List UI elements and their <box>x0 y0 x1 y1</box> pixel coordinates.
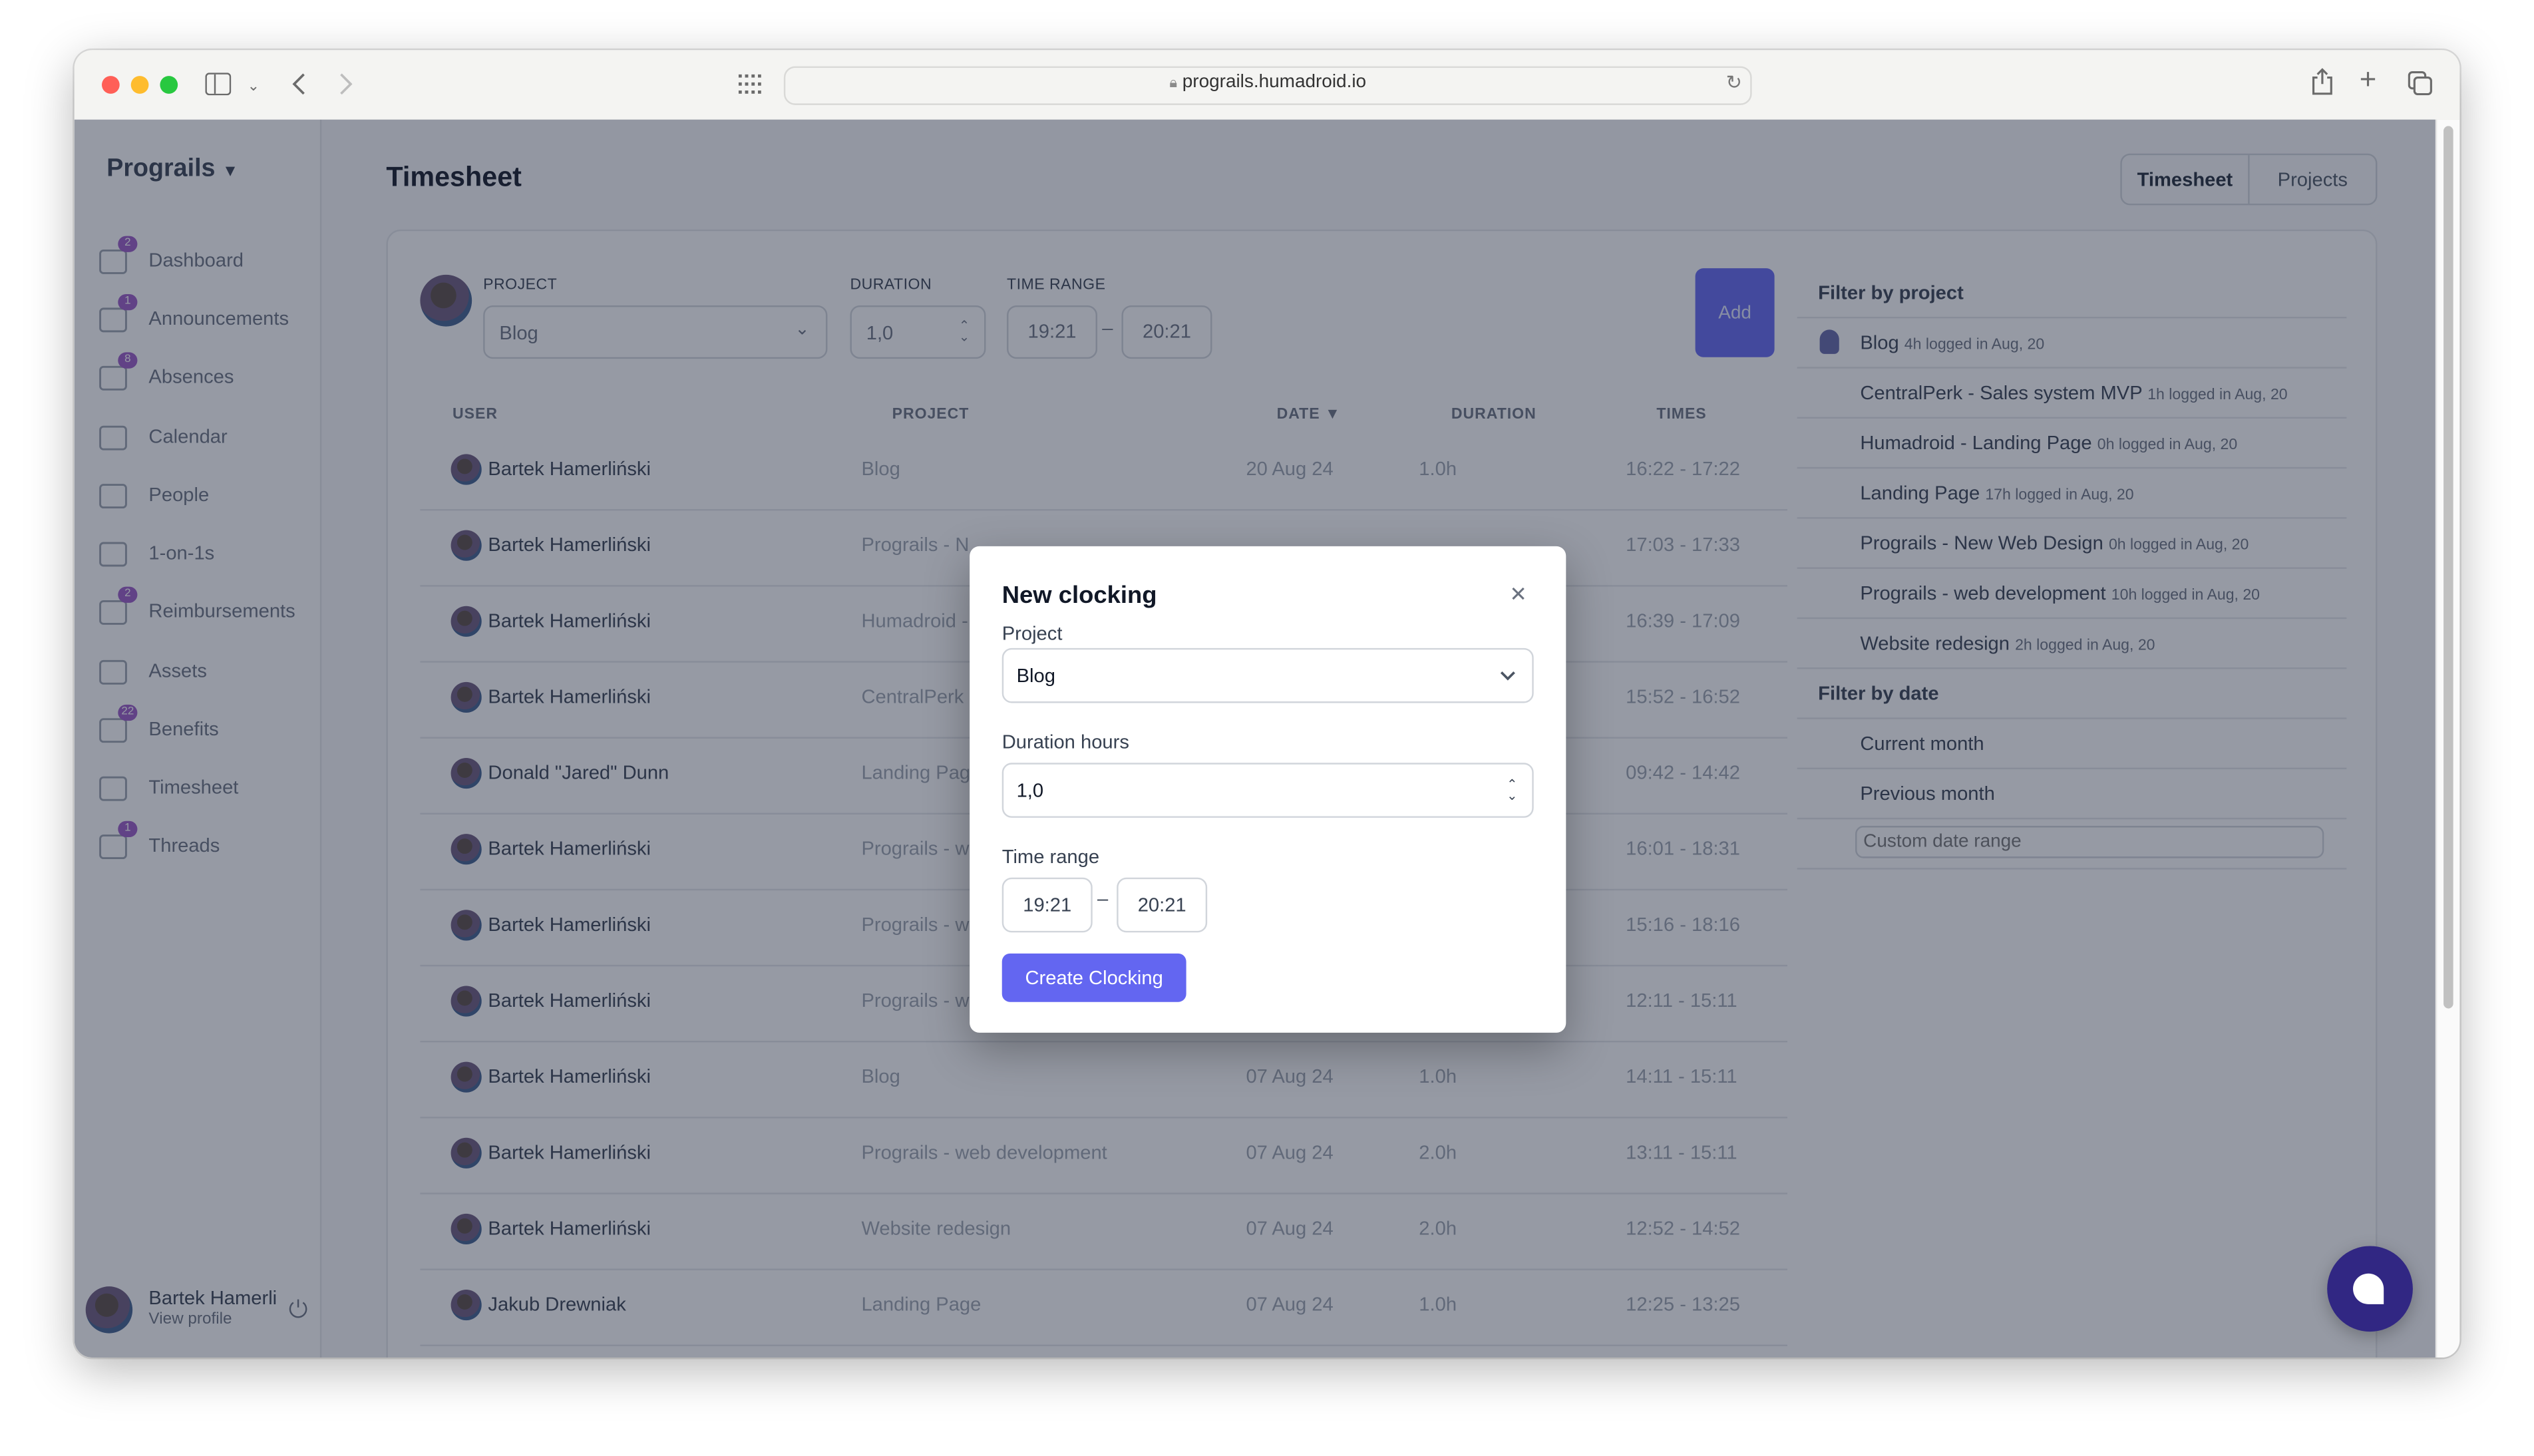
modal-duration-value: 1,0 <box>1016 779 1044 802</box>
maximize-window-button[interactable] <box>160 76 178 94</box>
browser-window: ⌄ 🔒︎ prograils.humadroid.io ↻ + Prograil… <box>74 50 2460 1358</box>
page-scrollbar[interactable] <box>2435 119 2460 1358</box>
forward-icon[interactable] <box>339 73 353 95</box>
minimize-window-button[interactable] <box>130 76 149 94</box>
app-content: Prograils ▼ 2 Dashboard 1 Announcements 8 Abs… <box>74 119 2438 1358</box>
back-icon[interactable] <box>292 73 305 95</box>
create-clocking-button[interactable]: Create Clocking <box>1001 953 1186 1002</box>
scrollbar-thumb[interactable] <box>2444 126 2453 1009</box>
chevron-down-icon[interactable]: ⌄ <box>248 71 260 100</box>
modal-project-value: Blog <box>1016 664 1055 687</box>
browser-toolbar: ⌄ 🔒︎ prograils.humadroid.io ↻ + <box>74 50 2460 122</box>
share-icon[interactable] <box>2311 68 2334 95</box>
modal-time-separator: – <box>1097 887 1109 910</box>
modal-duration-input[interactable]: 1,0 ⌃ ⌄ <box>1001 763 1534 818</box>
reload-icon[interactable]: ↻ <box>1726 71 1742 94</box>
url-text: prograils.humadroid.io <box>1182 73 1367 92</box>
chat-bubble-icon <box>2353 1273 2384 1304</box>
modal-project-label: Project <box>1001 622 1063 645</box>
modal-title: New clocking <box>1001 582 1157 610</box>
close-icon[interactable]: ✕ <box>1509 582 1527 608</box>
new-tab-icon[interactable]: + <box>2360 65 2377 94</box>
lock-icon: 🔒︎ <box>1169 74 1177 91</box>
new-clocking-modal: New clocking ✕ Project Blog Duration hou… <box>970 546 1566 1033</box>
modal-duration-label: Duration hours <box>1001 730 1129 753</box>
sidebar-toggle-icon[interactable] <box>205 73 232 96</box>
modal-project-select[interactable]: Blog <box>1001 647 1534 703</box>
tab-grid-icon[interactable] <box>738 74 761 94</box>
modal-time-from-input[interactable]: 19:21 <box>1001 877 1093 933</box>
modal-time-to-input[interactable]: 20:21 <box>1117 877 1208 933</box>
address-bar[interactable]: 🔒︎ prograils.humadroid.io ↻ <box>783 66 1752 105</box>
modal-time-range-label: Time range <box>1001 845 1100 868</box>
chevron-down-icon <box>1500 671 1515 681</box>
close-window-button[interactable] <box>102 76 120 94</box>
stepper-icon[interactable]: ⌃ ⌄ <box>1507 778 1517 802</box>
tab-overview-icon[interactable] <box>2408 71 2432 96</box>
chat-launcher-button[interactable] <box>2327 1246 2413 1332</box>
